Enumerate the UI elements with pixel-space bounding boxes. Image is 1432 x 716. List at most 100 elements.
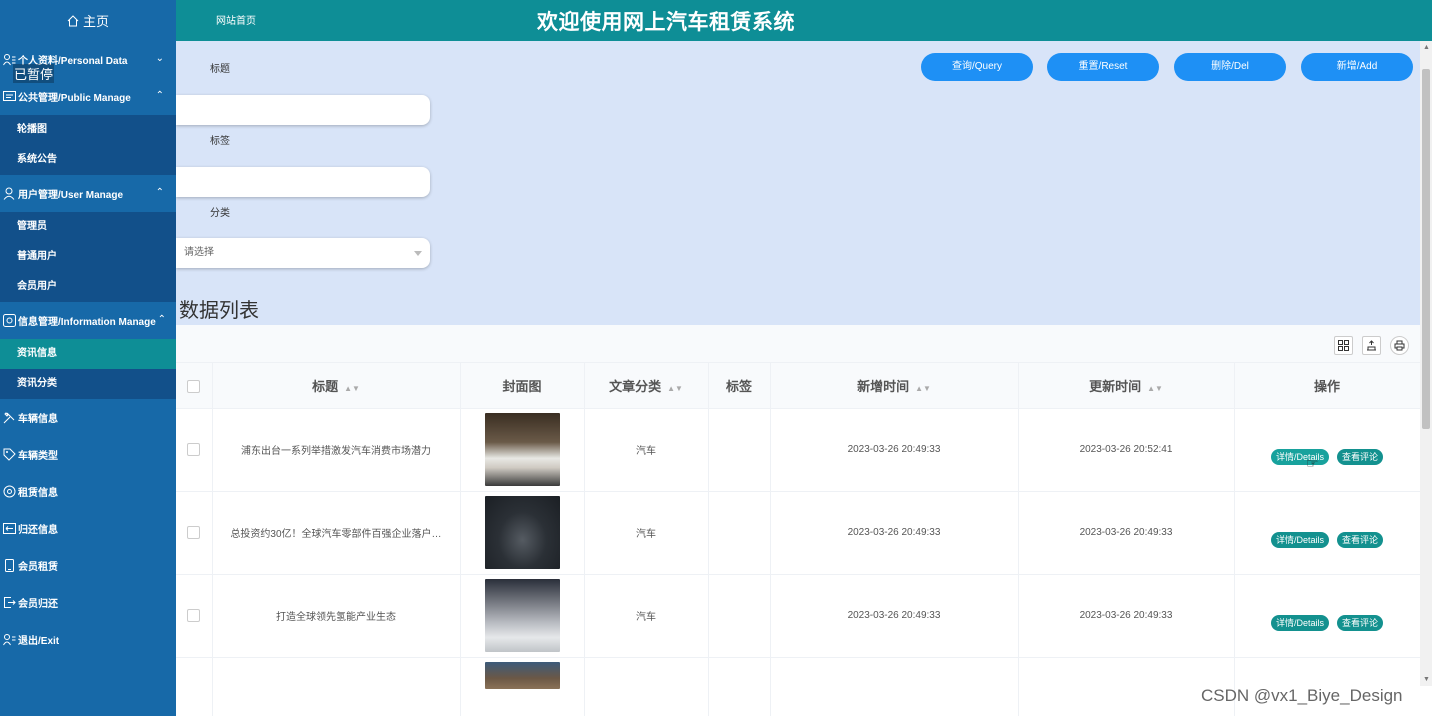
menu-info-label: 信息管理/Information Manage xyxy=(18,317,156,328)
tag-search-input[interactable] xyxy=(176,167,430,197)
row-category: 汽车 xyxy=(584,491,709,575)
info-submenu: 资讯信息 资讯分类 xyxy=(0,339,176,399)
system-title: 欢迎使用网上汽车租赁系统 xyxy=(537,11,795,34)
sidebar-item-normal-user[interactable]: 普通用户 xyxy=(0,242,176,272)
home-link[interactable]: 主页 xyxy=(0,0,176,41)
page-scrollbar[interactable]: ▲ ▼ xyxy=(1420,41,1432,686)
sort-icon[interactable]: ▲▼ xyxy=(344,384,360,393)
exit-box-icon xyxy=(2,596,16,610)
column-header-category[interactable]: 文章分类 ▲▼ xyxy=(584,363,709,409)
menu-public-label: 公共管理/Public Manage xyxy=(18,93,131,104)
caret-down-icon xyxy=(414,251,422,256)
sidebar-item-news-category[interactable]: 资讯分类 xyxy=(0,369,176,399)
details-button[interactable]: 详情/Details xyxy=(1270,531,1329,548)
scroll-down-icon[interactable]: ▼ xyxy=(1423,676,1430,683)
row-title: 浦东出台一系列举措激发汽车消费市场潜力 xyxy=(212,408,461,492)
row-select-cell xyxy=(176,408,213,492)
query-button[interactable]: 查询/Query xyxy=(921,53,1033,81)
sidebar-item-news[interactable]: 资讯信息 xyxy=(0,339,176,369)
title-search-input[interactable] xyxy=(176,95,430,125)
watermark: CSDN @vx1_Biye_Design xyxy=(1201,686,1403,705)
menu-rental-info-label: 租赁信息 xyxy=(18,488,58,499)
sort-icon[interactable]: ▲▼ xyxy=(667,384,683,393)
column-header-updated[interactable]: 更新时间 ▲▼ xyxy=(1018,363,1235,409)
table-header-row: 标题 ▲▼ 封面图 文章分类 ▲▼ 标签 新增时间 ▲▼ 更新时间 ▲▼ 操作 xyxy=(176,363,1420,409)
table-row: 总投资约30亿！全球汽车零部件百强企业落户… 汽车 2023-03-26 20:… xyxy=(176,491,1420,575)
row-actions: 详情/Details 查看评论 xyxy=(1234,574,1420,658)
menu-exit-label: 退出/Exit xyxy=(18,636,60,647)
sort-icon[interactable]: ▲▼ xyxy=(915,384,931,393)
menu-rental-info[interactable]: 租赁信息 xyxy=(0,473,176,510)
chevron-up-icon: ⌃ xyxy=(155,187,164,198)
row-title: 打造全球领先氢能产业生态 xyxy=(212,574,461,658)
menu-user-manage[interactable]: 用户管理/User Manage ⌃ xyxy=(0,175,176,212)
row-tag xyxy=(708,408,771,492)
chevron-up-icon: ⌃ xyxy=(157,314,166,325)
menu-user-label: 用户管理/User Manage xyxy=(18,190,124,201)
row-cover-cell xyxy=(460,408,585,492)
search-form: 标题 标签 分类 请选择 查询/Query 重置/Reset 删除/Del 新增… xyxy=(176,41,1420,325)
cover-image[interactable] xyxy=(484,413,560,486)
chevron-up-icon: ⌃ xyxy=(155,90,164,101)
details-button[interactable]: 详情/Details xyxy=(1270,614,1329,631)
details-button[interactable]: 详情/Details xyxy=(1270,448,1329,465)
print-icon[interactable] xyxy=(1390,336,1409,355)
row-checkbox[interactable] xyxy=(187,526,201,539)
return-icon xyxy=(2,522,16,536)
add-button[interactable]: 新增/Add xyxy=(1301,53,1413,81)
public-submenu: 轮播图 系统公告 xyxy=(0,115,176,175)
view-comments-button[interactable]: 查看评论 xyxy=(1337,531,1384,548)
table-row: 浦东出台一系列举措激发汽车消费市场潜力 汽车 2023-03-26 20:49:… xyxy=(176,408,1420,492)
reset-button[interactable]: 重置/Reset xyxy=(1047,53,1159,81)
view-comments-button[interactable]: 查看评论 xyxy=(1337,448,1384,465)
app-window: 主页 网站首页 欢迎使用网上汽车租赁系统 个人资料/Personal Data … xyxy=(0,0,1432,716)
row-tag xyxy=(708,491,771,575)
row-checkbox[interactable] xyxy=(187,443,201,456)
row-cover-cell xyxy=(460,574,585,658)
news-table: 标题 ▲▼ 封面图 文章分类 ▲▼ 标签 新增时间 ▲▼ 更新时间 ▲▼ 操作 浦东出台… xyxy=(176,363,1420,716)
cover-image[interactable] xyxy=(484,579,560,652)
sidebar-item-member-user[interactable]: 会员用户 xyxy=(0,272,176,302)
sort-icon[interactable]: ▲▼ xyxy=(1147,384,1163,393)
sidebar-item-carousel[interactable]: 轮播图 xyxy=(0,115,176,145)
row-title: 总投资约30亿！全球汽车零部件百强企业落户… xyxy=(212,491,461,575)
menu-member-return[interactable]: 会员归还 xyxy=(0,584,176,621)
view-comments-button[interactable]: 查看评论 xyxy=(1337,614,1384,631)
export-icon[interactable] xyxy=(1362,336,1381,355)
scroll-thumb[interactable] xyxy=(1422,69,1430,429)
row-title xyxy=(212,657,461,716)
row-checkbox[interactable] xyxy=(187,609,201,622)
notice-board-icon xyxy=(2,90,16,104)
menu-exit[interactable]: 退出/Exit xyxy=(0,621,176,658)
title-field-label: 标题 xyxy=(210,64,230,75)
header-created-label: 新增时间 xyxy=(857,378,910,394)
row-cover-cell xyxy=(460,657,585,716)
row-category: 汽车 xyxy=(584,574,709,658)
cover-image[interactable] xyxy=(484,496,560,569)
menu-member-rental-label: 会员租赁 xyxy=(18,562,58,573)
sidebar-item-admin[interactable]: 管理员 xyxy=(0,212,176,242)
menu-car-info-label: 车辆信息 xyxy=(18,414,58,425)
row-category: 汽车 xyxy=(584,408,709,492)
column-header-created[interactable]: 新增时间 ▲▼ xyxy=(770,363,1019,409)
category-select[interactable]: 请选择 xyxy=(176,238,430,268)
main-content: 标题 标签 分类 请选择 查询/Query 重置/Reset 删除/Del 新增… xyxy=(176,41,1420,716)
car-tools-icon xyxy=(2,411,16,425)
menu-info-manage[interactable]: 信息管理/Information Manage ⌃ xyxy=(0,302,176,339)
menu-public-manage[interactable]: 公共管理/Public Manage ⌃ xyxy=(0,78,176,115)
column-header-title[interactable]: 标题 ▲▼ xyxy=(212,363,461,409)
sidebar-item-announcement[interactable]: 系统公告 xyxy=(0,145,176,175)
row-tag xyxy=(708,657,771,716)
column-header-cover: 封面图 xyxy=(460,363,585,409)
menu-car-type[interactable]: 车辆类型 xyxy=(0,436,176,473)
menu-car-info[interactable]: 车辆信息 xyxy=(0,399,176,436)
delete-button[interactable]: 删除/Del xyxy=(1174,53,1286,81)
site-home-link[interactable]: 网站首页 xyxy=(216,12,256,27)
columns-grid-icon[interactable] xyxy=(1334,336,1353,355)
cover-image[interactable] xyxy=(484,661,560,689)
menu-return-info[interactable]: 归还信息 xyxy=(0,510,176,547)
row-actions: 详情/Details 查看评论 xyxy=(1234,491,1420,575)
select-all-checkbox[interactable] xyxy=(187,379,201,393)
scroll-up-icon[interactable]: ▲ xyxy=(1423,44,1430,51)
menu-member-rental[interactable]: 会员租赁 xyxy=(0,547,176,584)
